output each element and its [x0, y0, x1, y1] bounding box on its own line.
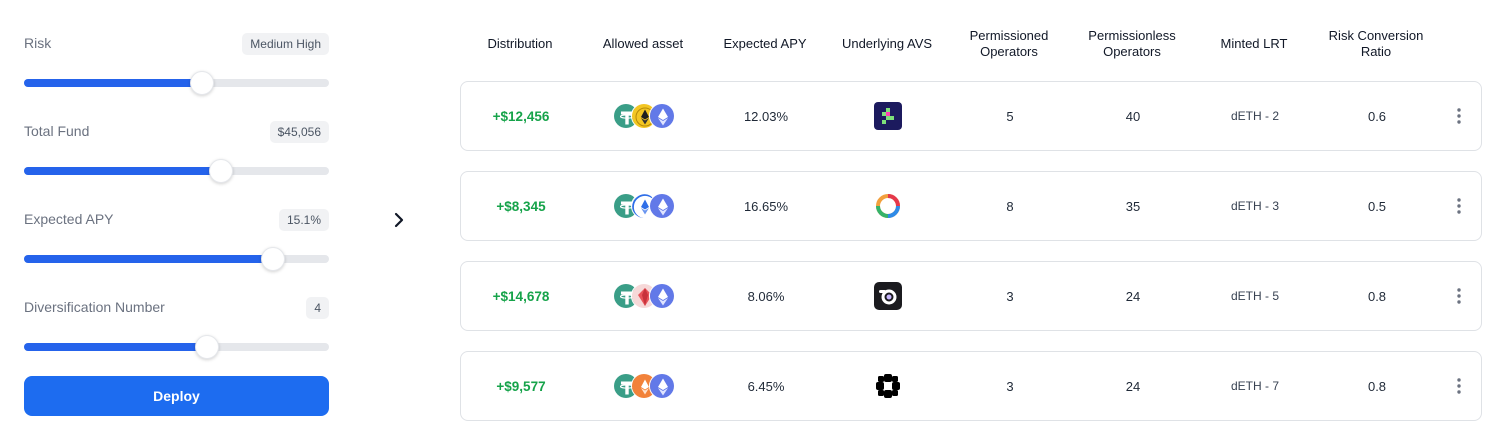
column-header-minted-lrt: Minted LRT — [1220, 36, 1288, 51]
risk-slider-thumb[interactable] — [190, 71, 215, 95]
lens-avs-icon — [874, 262, 902, 330]
risk-conversion-ratio-value: 0.5 — [1367, 198, 1387, 214]
minted-lrt-value: dETH - 5 — [1230, 289, 1280, 303]
column-header-risk-conversion-ratio: Risk Conversion Ratio — [1328, 28, 1424, 59]
risk-conversion-ratio-value: 0.8 — [1367, 288, 1387, 304]
diversification-value-badge: 4 — [306, 297, 329, 319]
expected-apy-value: 6.45% — [747, 378, 785, 394]
minted-lrt-value: dETH - 7 — [1230, 379, 1280, 393]
ethereum-icon — [649, 373, 675, 399]
risk-conversion-ratio-value: 0.6 — [1367, 108, 1387, 124]
table-row[interactable]: +$8,345 16.65% 8 35 dETH - 3 0.5 — [460, 171, 1482, 241]
expected-apy-label: Expected APY — [24, 211, 114, 227]
risk-label: Risk — [24, 35, 52, 51]
ethereum-icon — [649, 103, 675, 129]
chevron-right-icon[interactable] — [390, 210, 408, 230]
allowed-assets — [613, 172, 675, 240]
distribution-value: +$8,345 — [496, 198, 546, 214]
distribution-value: +$9,577 — [496, 378, 546, 394]
total-fund-slider-thumb[interactable] — [208, 159, 233, 183]
diversification-slider[interactable] — [24, 335, 329, 359]
expected-apy-control: Expected APY 15.1% — [24, 184, 329, 272]
distribution-value: +$12,456 — [492, 108, 550, 124]
table-row[interactable]: +$14,678 8.06% 3 24 dETH - 5 0.8 — [460, 261, 1482, 331]
expected-apy-slider-fill — [24, 255, 273, 263]
diversification-slider-thumb[interactable] — [195, 335, 219, 359]
permissionless-operators-value: 35 — [1125, 198, 1141, 214]
more-options-icon[interactable] — [1453, 197, 1465, 215]
diversification-slider-fill — [24, 343, 207, 351]
column-header-underlying-avs: Underlying AVS — [841, 36, 933, 51]
flower-avs-icon — [874, 352, 902, 420]
deploy-button[interactable]: Deploy — [24, 376, 329, 416]
column-header-expected-apy: Expected APY — [723, 36, 807, 51]
expected-apy-value-badge: 15.1% — [278, 209, 329, 231]
column-header-distribution: Distribution — [487, 36, 553, 51]
pixel-avs-icon — [874, 82, 902, 150]
expected-apy-value: 16.65% — [743, 198, 789, 214]
table-row[interactable]: +$12,456 12.03% 5 40 dETH - 2 0.6 — [460, 81, 1482, 151]
permissionless-operators-value: 24 — [1125, 288, 1141, 304]
column-header-allowed-asset: Allowed asset — [602, 36, 684, 51]
risk-conversion-ratio-value: 0.8 — [1367, 378, 1387, 394]
total-fund-slider[interactable] — [24, 159, 329, 183]
total-fund-label: Total Fund — [24, 123, 90, 139]
column-header-permissionless-operators: Permissionless Operators — [1088, 28, 1176, 59]
allowed-assets — [613, 262, 675, 330]
column-header-permissioned-operators: Permissioned Operators — [969, 28, 1049, 59]
risk-slider-fill — [24, 79, 203, 87]
table-header: Distribution Allowed asset Expected APY … — [460, 26, 1482, 62]
ethereum-icon — [649, 193, 675, 219]
more-options-icon[interactable] — [1453, 377, 1465, 395]
risk-slider[interactable] — [24, 71, 329, 95]
expected-apy-slider-thumb[interactable] — [260, 247, 285, 271]
risk-value-badge: Medium High — [242, 33, 329, 55]
expected-apy-value: 12.03% — [743, 108, 789, 124]
permissionless-operators-value: 24 — [1125, 378, 1141, 394]
risk-control: Risk Medium High — [24, 8, 329, 96]
expected-apy-value: 8.06% — [747, 288, 785, 304]
more-options-icon[interactable] — [1453, 287, 1465, 305]
total-fund-control: Total Fund $45,056 — [24, 96, 329, 184]
allowed-assets — [613, 352, 675, 420]
more-options-icon[interactable] — [1453, 107, 1465, 125]
permissioned-operators-value: 8 — [1006, 198, 1014, 214]
table-row[interactable]: +$9,577 6.45% 3 24 dETH - 7 0.8 — [460, 351, 1482, 421]
total-fund-value-badge: $45,056 — [269, 121, 329, 143]
diversification-control: Diversification Number 4 — [24, 272, 329, 360]
diversification-label: Diversification Number — [24, 299, 165, 315]
distribution-value: +$14,678 — [492, 288, 550, 304]
ethereum-icon — [649, 283, 675, 309]
ring-avs-icon — [874, 172, 902, 240]
permissioned-operators-value: 5 — [1006, 108, 1014, 124]
minted-lrt-value: dETH - 3 — [1230, 199, 1280, 213]
total-fund-slider-fill — [24, 167, 221, 175]
allowed-assets — [613, 82, 675, 150]
permissionless-operators-value: 40 — [1125, 108, 1141, 124]
minted-lrt-value: dETH - 2 — [1230, 109, 1280, 123]
permissioned-operators-value: 3 — [1006, 288, 1014, 304]
expected-apy-slider[interactable] — [24, 247, 329, 271]
permissioned-operators-value: 3 — [1006, 378, 1014, 394]
